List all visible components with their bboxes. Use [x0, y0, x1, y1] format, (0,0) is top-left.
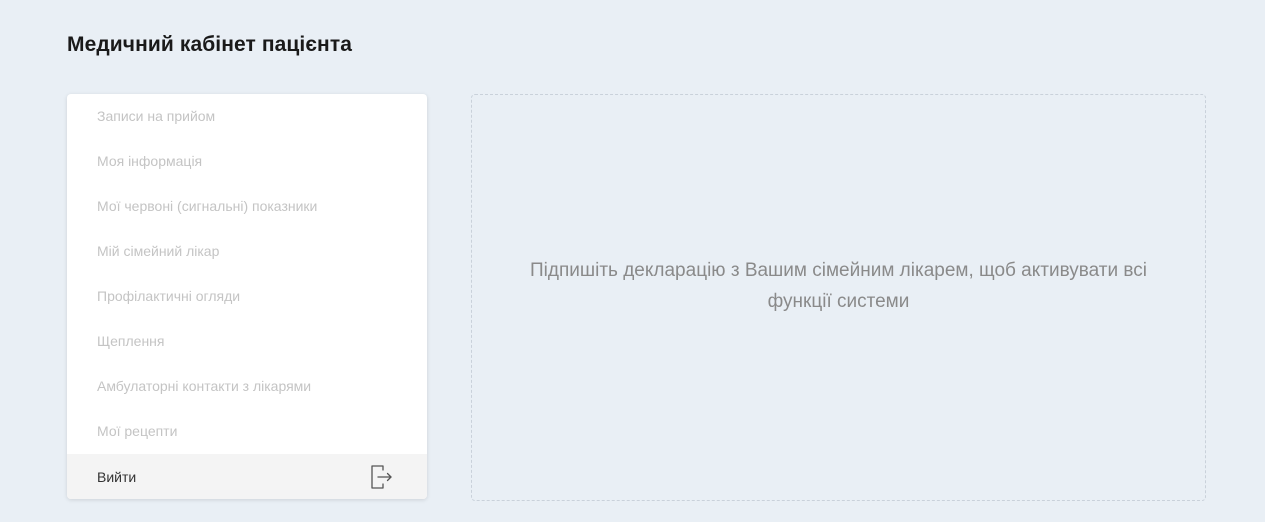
sidebar-item-appointments[interactable]: Записи на прийом [67, 94, 427, 138]
page-title: Медичний кабінет пацієнта [67, 33, 352, 56]
sidebar-item-label: Мій сімейний лікар [97, 242, 220, 259]
sidebar-item-red-indicators[interactable]: Мої червоні (сигнальні) показники [67, 183, 427, 228]
sidebar-item-label: Амбулаторні контакти з лікарями [97, 377, 312, 394]
sidebar-item-label: Мої рецепти [97, 422, 178, 439]
sidebar-item-label: Профілактичні огляди [97, 287, 241, 304]
sidebar-item-prescriptions[interactable]: Мої рецепти [67, 408, 427, 453]
declaration-notice: Підпишіть декларацію з Вашим сімейним лі… [530, 259, 1147, 312]
content-placeholder-panel: Підпишіть декларацію з Вашим сімейним лі… [471, 94, 1206, 501]
logout-button[interactable]: Вийти [67, 454, 427, 499]
logout-label: Вийти [97, 468, 137, 485]
sidebar-item-label: Мої червоні (сигнальні) показники [97, 197, 318, 214]
sidebar-item-my-info[interactable]: Моя інформація [67, 138, 427, 183]
sidebar-item-preventive-exams[interactable]: Профілактичні огляди [67, 273, 427, 318]
sidebar-item-label: Моя інформація [97, 152, 203, 169]
sidebar-item-family-doctor[interactable]: Мій сімейний лікар [67, 228, 427, 273]
sidebar-item-label: Записи на прийом [97, 108, 216, 124]
logout-icon [371, 464, 392, 489]
sidebar-item-outpatient-contacts[interactable]: Амбулаторні контакти з лікарями [67, 363, 427, 408]
sidebar-menu: Записи на прийом Моя інформація Мої черв… [67, 94, 427, 499]
sidebar-item-label: Щеплення [97, 332, 165, 349]
sidebar-item-vaccinations[interactable]: Щеплення [67, 318, 427, 363]
